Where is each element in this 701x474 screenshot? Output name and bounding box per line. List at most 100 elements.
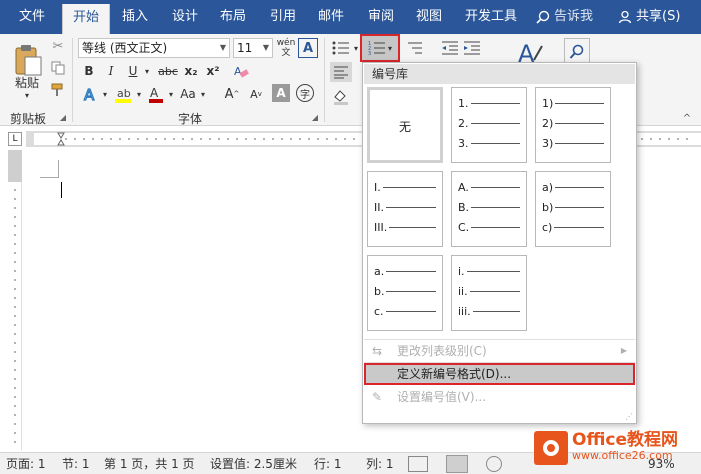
tab-references[interactable]: 引用 bbox=[262, 0, 304, 34]
enclose-char-button[interactable]: 字 bbox=[296, 84, 314, 102]
char-border-button[interactable]: A bbox=[298, 38, 318, 58]
status-page[interactable]: 页面: 1 bbox=[6, 453, 46, 474]
italic-button[interactable]: I bbox=[102, 62, 120, 80]
tab-developer[interactable]: 开发工具 bbox=[458, 0, 524, 34]
shrink-font-button[interactable]: Av bbox=[246, 84, 266, 104]
wen-phonetic-button[interactable]: wén 文 bbox=[276, 36, 296, 60]
paste-label[interactable]: 粘贴 bbox=[10, 74, 44, 90]
numbering-option-roman-lower[interactable]: i. ii. iii. bbox=[451, 255, 527, 331]
numbering-option-arabic-period[interactable]: 1. 2. 3. bbox=[451, 87, 527, 163]
resize-grip-icon[interactable]: ⋰ bbox=[625, 412, 633, 421]
numbering-button[interactable]: 123 ▾ bbox=[360, 34, 400, 62]
status-section[interactable]: 节: 1 bbox=[62, 453, 90, 474]
tab-insert[interactable]: 插入 bbox=[114, 0, 156, 34]
list-marker: c. bbox=[374, 304, 384, 318]
multilevel-list-icon[interactable] bbox=[402, 38, 428, 58]
set-numbering-value-item[interactable]: ✎ 设置编号值(V)... bbox=[364, 386, 635, 408]
status-line[interactable]: 行: 1 bbox=[314, 453, 342, 474]
clipboard-launcher-icon[interactable]: ◢ bbox=[58, 112, 68, 122]
vertical-ruler-ticks bbox=[14, 189, 16, 443]
copy-icon[interactable] bbox=[50, 60, 66, 76]
change-list-level-item[interactable]: ⇆ 更改列表级别(C) ▶ bbox=[364, 340, 635, 362]
change-level-icon: ⇆ bbox=[371, 344, 383, 358]
group-separator bbox=[72, 38, 73, 122]
font-size-combo[interactable]: 11 ▼ bbox=[233, 38, 273, 58]
tab-file[interactable]: 文件 bbox=[12, 0, 52, 34]
text-cursor bbox=[61, 182, 62, 198]
superscript-button[interactable]: x² bbox=[204, 62, 222, 80]
set-numbering-value-label: 设置编号值(V)... bbox=[397, 390, 487, 404]
list-marker: A. bbox=[458, 180, 469, 194]
format-painter-icon[interactable] bbox=[50, 82, 66, 98]
highlight-color-icon[interactable]: ab bbox=[112, 84, 134, 104]
numbering-option-alpha-lower-period[interactable]: a. b. c. bbox=[367, 255, 443, 331]
cut-icon[interactable]: ✂ bbox=[50, 38, 66, 54]
strikethrough-button[interactable]: abc bbox=[156, 62, 180, 80]
vertical-ruler[interactable] bbox=[8, 150, 22, 450]
numbering-option-alpha-lower-paren[interactable]: a) b) c) bbox=[535, 171, 611, 247]
numbering-library-dropdown: 编号库 无 1. 2. 3. 1) 2) 3) I. II. III. A. B… bbox=[362, 62, 637, 424]
list-marker: a. bbox=[374, 264, 385, 278]
underline-button[interactable]: U bbox=[124, 62, 142, 80]
numbering-option-alpha-upper[interactable]: A. B. C. bbox=[451, 171, 527, 247]
tab-selector[interactable]: L bbox=[8, 132, 22, 146]
numbered-list-icon: 123 bbox=[368, 41, 385, 56]
tell-me-label: 告诉我 bbox=[554, 9, 594, 24]
svg-text:A: A bbox=[150, 86, 159, 100]
none-label: 无 bbox=[398, 120, 411, 134]
tab-view[interactable]: 视图 bbox=[408, 0, 450, 34]
decrease-indent-icon[interactable] bbox=[440, 38, 460, 58]
read-mode-icon[interactable] bbox=[408, 456, 428, 472]
clear-formatting-icon[interactable]: A bbox=[232, 62, 250, 80]
numbering-option-none[interactable]: 无 bbox=[367, 87, 443, 163]
list-marker: II. bbox=[374, 200, 384, 214]
list-marker: iii. bbox=[458, 304, 471, 318]
grow-font-button[interactable]: A ^ bbox=[222, 84, 242, 104]
tab-layout[interactable]: 布局 bbox=[212, 0, 254, 34]
subscript-button[interactable]: x₂ bbox=[182, 62, 200, 80]
tab-design[interactable]: 设计 bbox=[164, 0, 206, 34]
font-launcher-icon[interactable]: ◢ bbox=[310, 112, 320, 122]
status-setting[interactable]: 设置值: 2.5厘米 bbox=[210, 453, 297, 474]
tell-me-box[interactable]: 告诉我 bbox=[536, 0, 593, 34]
change-case-icon[interactable]: Aa bbox=[178, 84, 198, 104]
define-new-number-format-item[interactable]: 定义新编号格式(D)... bbox=[364, 363, 635, 385]
tab-home[interactable]: 开始 bbox=[62, 4, 110, 34]
chevron-down-icon[interactable]: ▾ bbox=[166, 84, 176, 104]
web-layout-icon[interactable] bbox=[486, 456, 502, 472]
share-button[interactable]: 共享(S) bbox=[618, 0, 680, 34]
align-left-icon[interactable] bbox=[330, 62, 352, 82]
char-shading-button[interactable]: A bbox=[272, 84, 290, 102]
list-marker: b) bbox=[542, 200, 554, 214]
font-name-combo[interactable]: 等线 (西文正文) ▼ bbox=[78, 38, 230, 58]
svg-text:ab: ab bbox=[117, 87, 131, 100]
list-marker: c) bbox=[542, 220, 553, 234]
margin-crop-mark bbox=[40, 177, 58, 178]
text-effects-icon[interactable]: A bbox=[80, 84, 102, 104]
group-separator bbox=[324, 38, 325, 122]
chevron-down-icon[interactable]: ▾ bbox=[352, 38, 360, 58]
numbering-option-roman-upper[interactable]: I. II. III. bbox=[367, 171, 443, 247]
bullets-icon[interactable] bbox=[330, 38, 352, 58]
status-page-of[interactable]: 第 1 页，共 1 页 bbox=[104, 453, 195, 474]
paste-dropdown-icon[interactable]: ▾ bbox=[22, 90, 32, 100]
increase-indent-icon[interactable] bbox=[462, 38, 482, 58]
define-new-format-label: 定义新编号格式(D)... bbox=[397, 367, 512, 381]
list-marker: B. bbox=[458, 200, 470, 214]
bold-button[interactable]: B bbox=[80, 62, 98, 80]
status-column[interactable]: 列: 1 bbox=[366, 453, 394, 474]
chevron-down-icon[interactable]: ▾ bbox=[198, 84, 208, 104]
print-layout-icon[interactable] bbox=[446, 455, 468, 473]
font-color-icon[interactable]: A bbox=[146, 84, 166, 104]
tab-review[interactable]: 审阅 bbox=[360, 0, 402, 34]
underline-dropdown-icon[interactable]: ▾ bbox=[142, 62, 152, 80]
tab-mailings[interactable]: 邮件 bbox=[310, 0, 352, 34]
chevron-down-icon[interactable]: ▾ bbox=[100, 84, 110, 104]
list-marker: 3. bbox=[458, 136, 469, 150]
chevron-down-icon[interactable]: ▾ bbox=[134, 84, 144, 104]
list-marker: III. bbox=[374, 220, 388, 234]
ribbon-tab-bar: 文件 开始 插入 设计 布局 引用 邮件 审阅 视图 开发工具 告诉我 共享(S… bbox=[0, 0, 701, 34]
shading-icon[interactable] bbox=[330, 86, 352, 106]
collapse-ribbon-icon[interactable]: ^ bbox=[680, 112, 694, 124]
numbering-option-arabic-paren[interactable]: 1) 2) 3) bbox=[535, 87, 611, 163]
